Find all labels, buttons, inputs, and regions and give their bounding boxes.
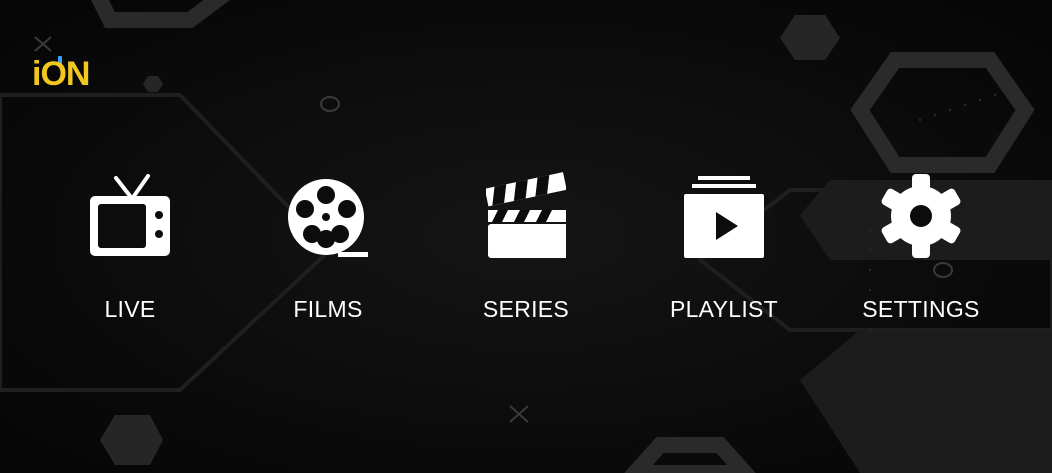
menu-label-live: LIVE: [104, 296, 156, 322]
menu-label-settings: SETTINGS: [862, 296, 980, 322]
gear-icon: [881, 174, 961, 258]
app-logo: iON: [32, 54, 128, 94]
film-reel-icon: [288, 179, 368, 257]
logo-text: iON: [32, 55, 90, 93]
menu-item-films[interactable]: FILMS: [248, 168, 408, 338]
main-menu: LIVE FILMS SERIES PLAYLIST SETTINGS: [0, 168, 1052, 338]
tv-icon: [90, 174, 170, 256]
menu-item-live[interactable]: LIVE: [50, 168, 210, 338]
menu-item-series[interactable]: SERIES: [446, 168, 606, 338]
menu-item-playlist[interactable]: PLAYLIST: [644, 168, 804, 338]
menu-label-series: SERIES: [482, 296, 570, 322]
playlist-icon: [684, 176, 764, 258]
menu-item-settings[interactable]: SETTINGS: [841, 168, 1001, 338]
home-screen: iON LIVE FILMS SERIES PLAYLIST SETTINGS: [0, 0, 1052, 473]
menu-label-films: FILMS: [293, 296, 363, 322]
menu-label-playlist: PLAYLIST: [669, 296, 779, 322]
clapperboard-icon: [486, 172, 566, 258]
